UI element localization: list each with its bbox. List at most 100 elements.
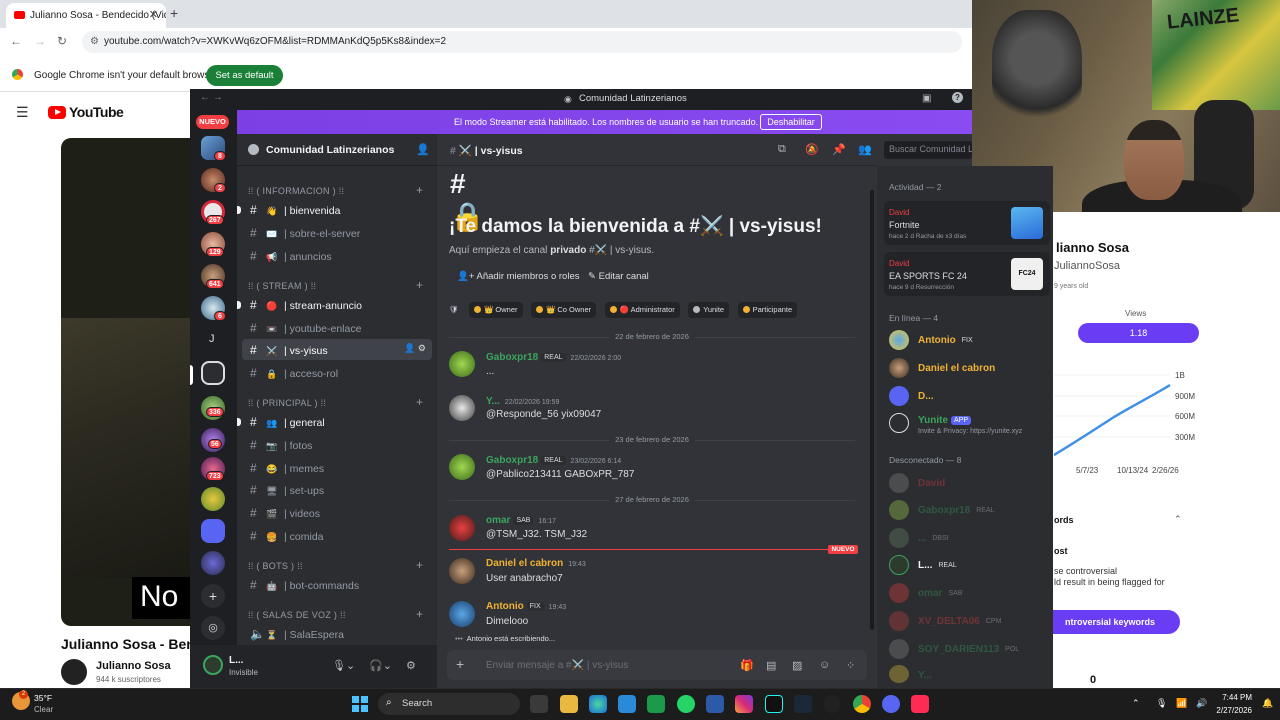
- avatar[interactable]: [449, 515, 475, 541]
- avatar[interactable]: [889, 611, 909, 631]
- tiktok-live-icon[interactable]: [911, 695, 929, 713]
- microphone-tray-icon[interactable]: 🎙: [1156, 698, 1167, 709]
- avatar[interactable]: [889, 500, 909, 520]
- new-tab-button[interactable]: +: [170, 5, 178, 21]
- voice-channel-sala-espera[interactable]: 🔈⏳ | SalaEspera: [242, 623, 432, 644]
- rp-views-button[interactable]: 1.18: [1078, 323, 1199, 343]
- twitter-icon[interactable]: [618, 695, 636, 713]
- member-name[interactable]: Yunite APP: [918, 415, 972, 426]
- message-author[interactable]: Antonio FIX 19:43: [486, 601, 566, 612]
- message-author[interactable]: Gaboxpr18 REAL 23/02/2026 6:14: [486, 455, 621, 466]
- apps-icon[interactable]: ⁘: [846, 659, 855, 672]
- add-channel-icon[interactable]: +: [416, 278, 423, 292]
- controversial-keywords-button[interactable]: ntroversial keywords: [1040, 610, 1180, 634]
- channel-fotos[interactable]: # 📷 | fotos: [242, 434, 432, 455]
- attach-plus-icon[interactable]: +: [456, 656, 464, 672]
- microphone-icon[interactable]: 🎙⌄: [332, 659, 355, 672]
- channel-general[interactable]: # 👥 | general: [242, 411, 432, 432]
- invite-people-icon[interactable]: 👤: [416, 143, 430, 156]
- member-name[interactable]: Daniel el cabron: [918, 363, 995, 374]
- member-name[interactable]: SOY_DARIEN113 POL: [918, 644, 1023, 655]
- avatar[interactable]: [889, 528, 909, 548]
- message-author[interactable]: Gaboxpr18 REAL 22/02/2026 2:00: [486, 352, 621, 363]
- message-author[interactable]: omar SAB 16:17: [486, 515, 556, 526]
- add-channel-icon[interactable]: +: [416, 607, 423, 621]
- gif-icon[interactable]: ▤: [766, 659, 776, 672]
- server-name[interactable]: Comunidad Latinzerianos: [266, 144, 394, 156]
- collapse-chevron-icon[interactable]: ⌃: [1174, 514, 1182, 525]
- message-author[interactable]: Daniel el cabron 19:43: [486, 558, 586, 569]
- inbox-icon[interactable]: ▣: [922, 93, 931, 104]
- channel-memes[interactable]: # 😂 | memes: [242, 457, 432, 478]
- user-settings-icon[interactable]: ⚙: [406, 659, 416, 672]
- discord-nav-back[interactable]: ← →: [200, 92, 223, 103]
- pin-icon[interactable]: 📌: [832, 143, 846, 156]
- search-input[interactable]: Buscar Comunidad L: [884, 141, 972, 159]
- member-name[interactable]: XV_DELTA06 CPM: [918, 616, 1005, 627]
- mute-bell-icon[interactable]: 🔕: [805, 143, 819, 156]
- back-button[interactable]: ←: [10, 34, 22, 48]
- browser-tab[interactable]: Julianno Sosa - Bendecido (Vide ✕: [6, 3, 166, 28]
- avatar[interactable]: [889, 358, 909, 378]
- channel-set-ups[interactable]: # 🖥 | set-ups: [242, 479, 432, 500]
- channel-bot-commands[interactable]: # 🤖 | bot-commands: [242, 574, 432, 595]
- add-channel-icon[interactable]: +: [416, 558, 423, 572]
- gift-icon[interactable]: 🎁: [740, 659, 754, 672]
- avatar[interactable]: [889, 639, 909, 659]
- channel-vs-yisus[interactable]: # ⚔️ | vs-yisus 👤 ⚙: [242, 339, 432, 360]
- channel-youtube-enlace[interactable]: # 📼 | youtube-enlace: [242, 317, 432, 338]
- category-bots[interactable]: ⁞⁞ ( BOTS ) ⁞⁞: [248, 561, 303, 571]
- role-chip[interactable]: 👑 Owner: [468, 302, 523, 318]
- channel-videos[interactable]: # 🎬 | videos: [242, 502, 432, 523]
- channel-comida[interactable]: # 🍔 | comida: [242, 525, 432, 546]
- video-player[interactable]: [61, 138, 191, 626]
- user-avatar[interactable]: [203, 655, 223, 675]
- member-name[interactable]: D...: [918, 391, 934, 402]
- channel-bienvenida[interactable]: # 👋 | bienvenida: [242, 199, 432, 220]
- server-letter[interactable]: J: [209, 333, 215, 345]
- youtube-wordmark[interactable]: YouTube: [69, 104, 124, 120]
- set-default-button[interactable]: Set as default: [206, 65, 283, 86]
- discord-taskbar-icon[interactable]: [882, 695, 900, 713]
- add-channel-icon[interactable]: +: [416, 395, 423, 409]
- hamburger-menu-icon[interactable]: ☰: [16, 104, 29, 121]
- start-button[interactable]: [352, 696, 368, 712]
- role-chip[interactable]: Yunite: [688, 302, 730, 318]
- avatar[interactable]: [449, 351, 475, 377]
- member-name[interactable]: ... DBSI: [918, 533, 952, 544]
- role-chip[interactable]: 👑 Co Owner: [530, 302, 597, 318]
- member-name[interactable]: Gaboxpr18 REAL: [918, 505, 998, 516]
- help-icon[interactable]: ?: [952, 92, 963, 103]
- channel-acceso-rol[interactable]: # 🔒 | acceso-rol: [242, 362, 432, 383]
- tiktok-icon[interactable]: [765, 695, 783, 713]
- member-list-icon[interactable]: 👥: [858, 143, 872, 156]
- member-name[interactable]: omar SAB: [918, 588, 966, 599]
- avatar[interactable]: [889, 413, 909, 433]
- wifi-icon[interactable]: 📶: [1176, 698, 1187, 709]
- member-name[interactable]: Y...: [918, 670, 932, 681]
- category-stream[interactable]: ⁞⁞ ( STREAM ) ⁞⁞: [248, 281, 316, 291]
- avatar[interactable]: [889, 583, 909, 603]
- tray-chevron-icon[interactable]: ⌃: [1132, 698, 1140, 709]
- discover-icon[interactable]: ◎: [201, 616, 225, 640]
- edit-channel-button[interactable]: ✎ Editar canal: [588, 271, 649, 286]
- avatar[interactable]: [889, 330, 909, 350]
- store-icon[interactable]: [706, 695, 724, 713]
- channel-sobre-el-server[interactable]: # ✉️ | sobre-el-server: [242, 222, 432, 243]
- avatar[interactable]: [889, 555, 909, 575]
- tray-date[interactable]: 2/27/2026: [1208, 706, 1252, 715]
- volume-icon[interactable]: 🔊: [1196, 698, 1207, 709]
- channel-settings-icon[interactable]: 👤 ⚙: [404, 343, 426, 354]
- youtube-logo-icon[interactable]: [48, 106, 66, 119]
- close-tab-icon[interactable]: ✕: [149, 8, 158, 21]
- category-salas-de-voz[interactable]: ⁞⁞ ( SALAS DE VOZ ) ⁞⁞: [248, 610, 346, 620]
- instagram-icon[interactable]: [735, 695, 753, 713]
- emoji-icon[interactable]: ☺: [819, 659, 830, 671]
- channel-anuncios[interactable]: # 📢 | anuncios: [242, 245, 432, 266]
- add-members-button[interactable]: 👤+ Añadir miembros o roles: [457, 271, 579, 286]
- task-view-icon[interactable]: [530, 695, 548, 713]
- headphones-icon[interactable]: 🎧⌄: [369, 659, 392, 672]
- chevron-down-icon[interactable]: ⌄: [388, 143, 396, 154]
- edge-icon[interactable]: [589, 695, 607, 713]
- avatar[interactable]: [449, 395, 475, 421]
